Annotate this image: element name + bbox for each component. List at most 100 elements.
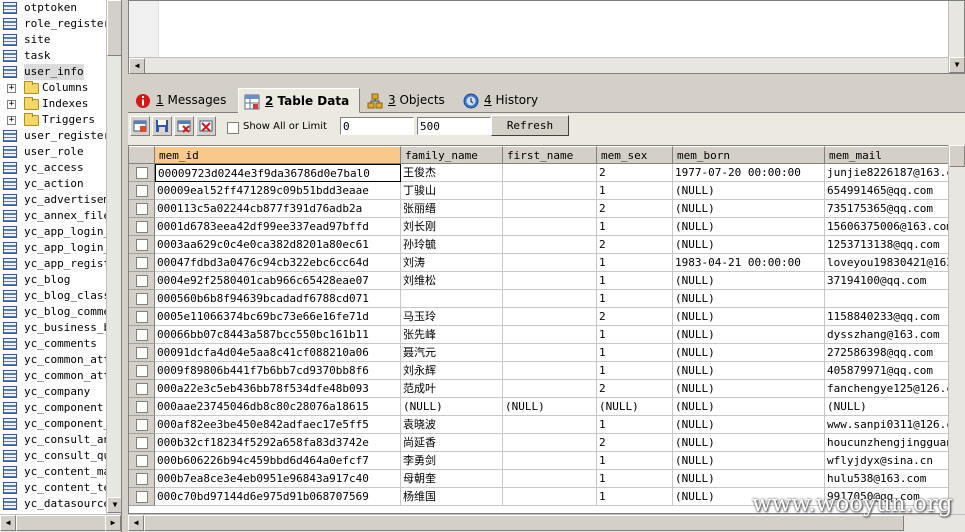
cell-first-name[interactable] (503, 272, 597, 290)
tree-table-role-register[interactable]: role_register (0, 16, 106, 32)
expand-icon[interactable]: + (7, 100, 16, 109)
cell-mem-id[interactable]: 0005e11066374bc69bc73e66e16fe71d (155, 308, 401, 326)
cell-family-name[interactable]: (NULL) (401, 398, 503, 416)
tree-table-yc-comments[interactable]: yc_comments (0, 336, 106, 352)
table-row[interactable]: 000af82ee3be450e842adfaec17e5ff5 袁晓波 1 (NUL… (129, 416, 964, 434)
row-selector[interactable] (129, 452, 155, 470)
row-selector[interactable] (129, 344, 155, 362)
row-checkbox[interactable] (136, 437, 148, 449)
row-checkbox[interactable] (136, 419, 148, 431)
save-changes-button[interactable] (152, 116, 172, 136)
cell-mem-id[interactable]: 000b32cf18234f5292a658fa83d3742e (155, 434, 401, 452)
cell-mem-sex[interactable]: 2 (597, 200, 673, 218)
table-row[interactable]: 0009f89806b441f7b6bb7cd9370bb8f6 刘永辉 1 (NUL… (129, 362, 964, 380)
cell-first-name[interactable] (503, 344, 597, 362)
cell-mem-id[interactable]: 000b7ea8ce3e4eb0951e96843a917c40 (155, 470, 401, 488)
row-selector[interactable] (129, 272, 155, 290)
cell-mem-sex[interactable]: 1 (597, 452, 673, 470)
cell-mem-id[interactable]: 0003aa629c0c4e0ca382d8201a80ec61 (155, 236, 401, 254)
row-selector[interactable] (129, 488, 155, 506)
cell-first-name[interactable] (503, 164, 597, 182)
tree-table-yc-business-bu[interactable]: yc_business_bu (0, 320, 106, 336)
cell-mem-born[interactable]: (NULL) (673, 416, 825, 434)
cell-mem-id[interactable]: 00009723d0244e3f9da36786d0e7bal0 (155, 164, 401, 182)
table-row[interactable]: 000560b6b8f94639bcadadf6788cd071 1 (NULL) (129, 290, 964, 308)
cell-mem-born[interactable]: (NULL) (673, 236, 825, 254)
cell-mem-id[interactable]: 000560b6b8f94639bcadadf6788cd071 (155, 290, 401, 308)
cell-mem-born[interactable]: (NULL) (673, 380, 825, 398)
tab-table-data[interactable]: 2 Table Data (238, 88, 360, 113)
cell-first-name[interactable] (503, 218, 597, 236)
tree-hscroll-thumb[interactable] (16, 515, 106, 531)
cell-mem-sex[interactable]: 1 (597, 290, 673, 308)
tree-table-user-info[interactable]: user_info (0, 64, 106, 80)
table-row[interactable]: 000b606226b94c459bbd6d464a0efcf7 李勇剑 1 (NUL… (129, 452, 964, 470)
tree-table-yc-advertiseme[interactable]: yc_advertiseme (0, 192, 106, 208)
row-selector[interactable] (129, 254, 155, 272)
cell-mem-mail[interactable]: wflyjdyx@sina.cn (825, 452, 964, 470)
delete-row-button[interactable] (174, 116, 194, 136)
row-checkbox[interactable] (136, 257, 148, 269)
cell-mem-mail[interactable]: fanchengye125@126.c (825, 380, 964, 398)
cell-family-name[interactable]: 张丽缙 (401, 200, 503, 218)
tree-table-yc-content-mar[interactable]: yc_content_mar (0, 464, 106, 480)
table-row[interactable]: 0003aa629c0c4e0ca382d8201a80ec61 孙玲毓 2 (NUL… (129, 236, 964, 254)
tree-vertical-scrollbar[interactable]: ▼ (106, 0, 121, 514)
row-selector[interactable] (129, 380, 155, 398)
table-row[interactable]: 0004e92f2580401cab966c65428eae07 刘维松 1 (NUL… (129, 272, 964, 290)
row-selector[interactable] (129, 218, 155, 236)
cell-first-name[interactable] (503, 254, 597, 272)
cell-mem-sex[interactable]: 1 (597, 218, 673, 236)
table-row[interactable]: 00091dcfa4d04e5aa8c41cf088210a06 聂汽元 1 (NUL… (129, 344, 964, 362)
tree-table-yc-app-regist[interactable]: yc_app_regist (0, 256, 106, 272)
cell-mem-mail[interactable]: loveyou19830421@163 (825, 254, 964, 272)
cell-mem-sex[interactable]: 2 (597, 434, 673, 452)
cell-mem-sex[interactable]: 1 (597, 344, 673, 362)
cell-mem-sex[interactable]: (NULL) (597, 398, 673, 416)
cell-mem-mail[interactable]: 405879971@qq.com (825, 362, 964, 380)
tree-table-yc-common-attr[interactable]: yc_common_attr (0, 368, 106, 384)
tree-table-yc-app-login-v[interactable]: yc_app_login_v (0, 240, 106, 256)
tree-table-yc-component-s[interactable]: yc_component_s (0, 416, 106, 432)
cell-mem-mail[interactable]: 1253713138@qq.com (825, 236, 964, 254)
cell-first-name[interactable] (503, 308, 597, 326)
cell-mem-born[interactable]: (NULL) (673, 398, 825, 416)
tree-scroll-right-button[interactable]: ▶ (105, 515, 121, 531)
cell-first-name[interactable] (503, 470, 597, 488)
cell-mem-id[interactable]: 000c70bd97144d6e975d91b068707569 (155, 488, 401, 506)
cell-mem-born[interactable]: (NULL) (673, 290, 825, 308)
cell-mem-mail[interactable]: www.sanpi0311@126.c (825, 416, 964, 434)
cell-mem-born[interactable]: (NULL) (673, 362, 825, 380)
row-checkbox[interactable] (136, 275, 148, 287)
cell-first-name[interactable] (503, 434, 597, 452)
tree-folder-columns[interactable]: + Columns (0, 80, 106, 96)
cell-mem-sex[interactable]: 1 (597, 416, 673, 434)
cell-mem-mail[interactable] (825, 290, 964, 308)
cell-mem-mail[interactable]: 1158840233@qq.com (825, 308, 964, 326)
cell-mem-born[interactable]: (NULL) (673, 218, 825, 236)
cell-mem-sex[interactable]: 1 (597, 326, 673, 344)
tree-table-yc-company[interactable]: yc_company (0, 384, 106, 400)
cell-mem-sex[interactable]: 1 (597, 488, 673, 506)
row-selector[interactable] (129, 416, 155, 434)
cell-mem-born[interactable]: (NULL) (673, 434, 825, 452)
tree-scroll-thumb[interactable] (107, 0, 121, 56)
row-selector[interactable] (129, 182, 155, 200)
cell-mem-id[interactable]: 000a22e3c5eb436bb78f534dfe48b093 (155, 380, 401, 398)
row-selector[interactable] (129, 470, 155, 488)
cell-mem-id[interactable]: 000b606226b94c459bbd6d464a0efcf7 (155, 452, 401, 470)
cell-family-name[interactable]: 聂汽元 (401, 344, 503, 362)
grid-scroll-thumb[interactable] (949, 145, 965, 167)
row-checkbox[interactable] (136, 185, 148, 197)
table-row[interactable]: 000b7ea8ce3e4eb0951e96843a917c40 母朝奎 1 (NUL… (129, 470, 964, 488)
tree-table-site[interactable]: site (0, 32, 106, 48)
tree-table-yc-consult-ans[interactable]: yc_consult_ans (0, 432, 106, 448)
cell-mem-mail[interactable]: 37194100@qq.com (825, 272, 964, 290)
tree-table-yc-component[interactable]: yc_component (0, 400, 106, 416)
cell-mem-sex[interactable]: 2 (597, 308, 673, 326)
row-selector[interactable] (129, 326, 155, 344)
cell-family-name[interactable] (401, 290, 503, 308)
cell-family-name[interactable]: 孙玲毓 (401, 236, 503, 254)
tree-folder-indexes[interactable]: + Indexes (0, 96, 106, 112)
row-checkbox[interactable] (136, 293, 148, 305)
